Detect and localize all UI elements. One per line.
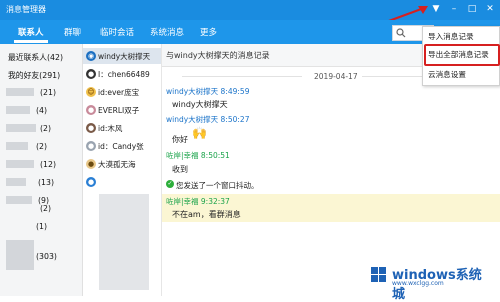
contact-item[interactable]: ● id:木风	[83, 120, 161, 136]
tab-contacts[interactable]: 联系人	[18, 26, 44, 38]
message-text: 不在am，看群消息	[172, 210, 241, 219]
avatar: ◉	[86, 51, 96, 61]
contact-item[interactable]: ● EVERLI双子	[83, 102, 161, 118]
highlighted-message: 咗岸|幸福 9:32:37 不在am，看群消息	[162, 194, 500, 222]
message-text: 收到	[172, 165, 188, 174]
maximize-button[interactable]: □	[466, 3, 478, 15]
contact-name: 大漠孤无海	[98, 160, 136, 169]
wave-emoji-icon: 🙌	[192, 126, 207, 140]
tab-temp-chat[interactable]: 临时会话	[100, 26, 134, 38]
date-divider	[182, 76, 302, 77]
avatar: ●	[86, 123, 96, 133]
windows-logo-icon	[371, 267, 386, 282]
menu-item-cloud-settings[interactable]: 云消息设置	[428, 69, 466, 80]
blurred-group-name	[6, 196, 32, 204]
group-item[interactable]: (12)	[40, 160, 56, 169]
window-title: 消息管理器	[6, 5, 46, 14]
message-sender: windy大树撑天 8:49:59	[166, 87, 250, 96]
message-sender: windy大树撑天 8:50:27	[166, 115, 250, 124]
active-tab-indicator	[14, 40, 48, 43]
message-sender: 咗岸|幸福 9:32:37	[166, 197, 230, 206]
contact-item[interactable]: ● I：chen66489	[83, 66, 161, 82]
watermark: windows系统城 www.wxclgg.com	[370, 262, 494, 302]
contact-name: id：Candy张	[98, 142, 144, 151]
group-item[interactable]: (2)	[40, 204, 51, 213]
contact-item[interactable]: ◉ windy大树撑天	[83, 48, 161, 64]
group-recent[interactable]: 最近联系人(42)	[8, 52, 63, 63]
contact-item[interactable]: ● id：Candy张	[83, 138, 161, 154]
blurred-contacts	[99, 194, 149, 290]
title-bar: 消息管理器 ▼ – □ ✕	[0, 0, 500, 23]
blurred-group-name	[6, 178, 26, 186]
group-friends[interactable]: 我的好友(291)	[8, 70, 60, 81]
date-label: 2019-04-17	[314, 72, 358, 81]
blurred-group-name	[6, 124, 36, 132]
system-notice: 您发送了一个窗口抖动。	[176, 181, 259, 190]
search-icon	[396, 28, 406, 38]
menu-item-import[interactable]: 导入消息记录	[428, 31, 474, 42]
tab-more[interactable]: 更多	[200, 26, 217, 38]
group-item[interactable]: (2)	[40, 124, 51, 133]
contact-item[interactable]: ☺ id:ever庞宝	[83, 84, 161, 100]
minimize-button[interactable]: –	[448, 3, 460, 15]
tab-system-messages[interactable]: 系统消息	[150, 26, 184, 38]
message-text: windy大树撑天	[172, 100, 228, 109]
blurred-group-name	[6, 160, 34, 168]
contact-name: id:木风	[98, 124, 123, 133]
close-button[interactable]: ✕	[484, 3, 496, 15]
contact-list: ◉ windy大树撑天 ● I：chen66489 ☺ id:ever庞宝 ● …	[83, 44, 162, 296]
check-icon: ✓	[166, 180, 174, 188]
group-item[interactable]: (2)	[36, 142, 47, 151]
avatar: ●	[86, 69, 96, 79]
red-highlight-box	[424, 44, 500, 66]
group-list: 最近联系人(42) 我的好友(291) (21) (4) (2) (2) (12…	[0, 44, 83, 296]
group-item[interactable]: (1)	[36, 222, 47, 231]
watermark-url: www.wxclgg.com	[392, 280, 444, 287]
contact-name: id:ever庞宝	[98, 88, 140, 97]
blurred-group-name	[6, 106, 30, 114]
avatar: ●	[86, 159, 96, 169]
contact-name: EVERLI双子	[98, 106, 140, 115]
chat-header-title: 与windy大树撑天的消息记录	[166, 51, 270, 60]
avatar: ☺	[86, 87, 96, 97]
blurred-group-name	[6, 88, 34, 96]
avatar: ●	[86, 177, 96, 187]
group-item[interactable]: (303)	[36, 252, 57, 261]
message-sender: 咗岸|幸福 8:50:51	[166, 151, 230, 160]
blurred-group-name	[6, 142, 28, 150]
group-item[interactable]: (21)	[40, 88, 56, 97]
contact-item[interactable]: ●	[83, 174, 161, 190]
group-item[interactable]: (4)	[36, 106, 47, 115]
avatar: ●	[86, 141, 96, 151]
group-item[interactable]: (13)	[38, 178, 54, 187]
more-menu: 导入消息记录 导出全部消息记录 云消息设置	[422, 26, 500, 86]
blurred-group-name	[6, 240, 34, 270]
contact-name: I：chen66489	[98, 70, 150, 79]
message-text: 你好	[172, 135, 188, 144]
avatar: ●	[86, 105, 96, 115]
contact-name: windy大树撑天	[98, 52, 151, 61]
contact-item[interactable]: ● 大漠孤无海	[83, 156, 161, 172]
tab-groups[interactable]: 群聊	[64, 26, 81, 38]
